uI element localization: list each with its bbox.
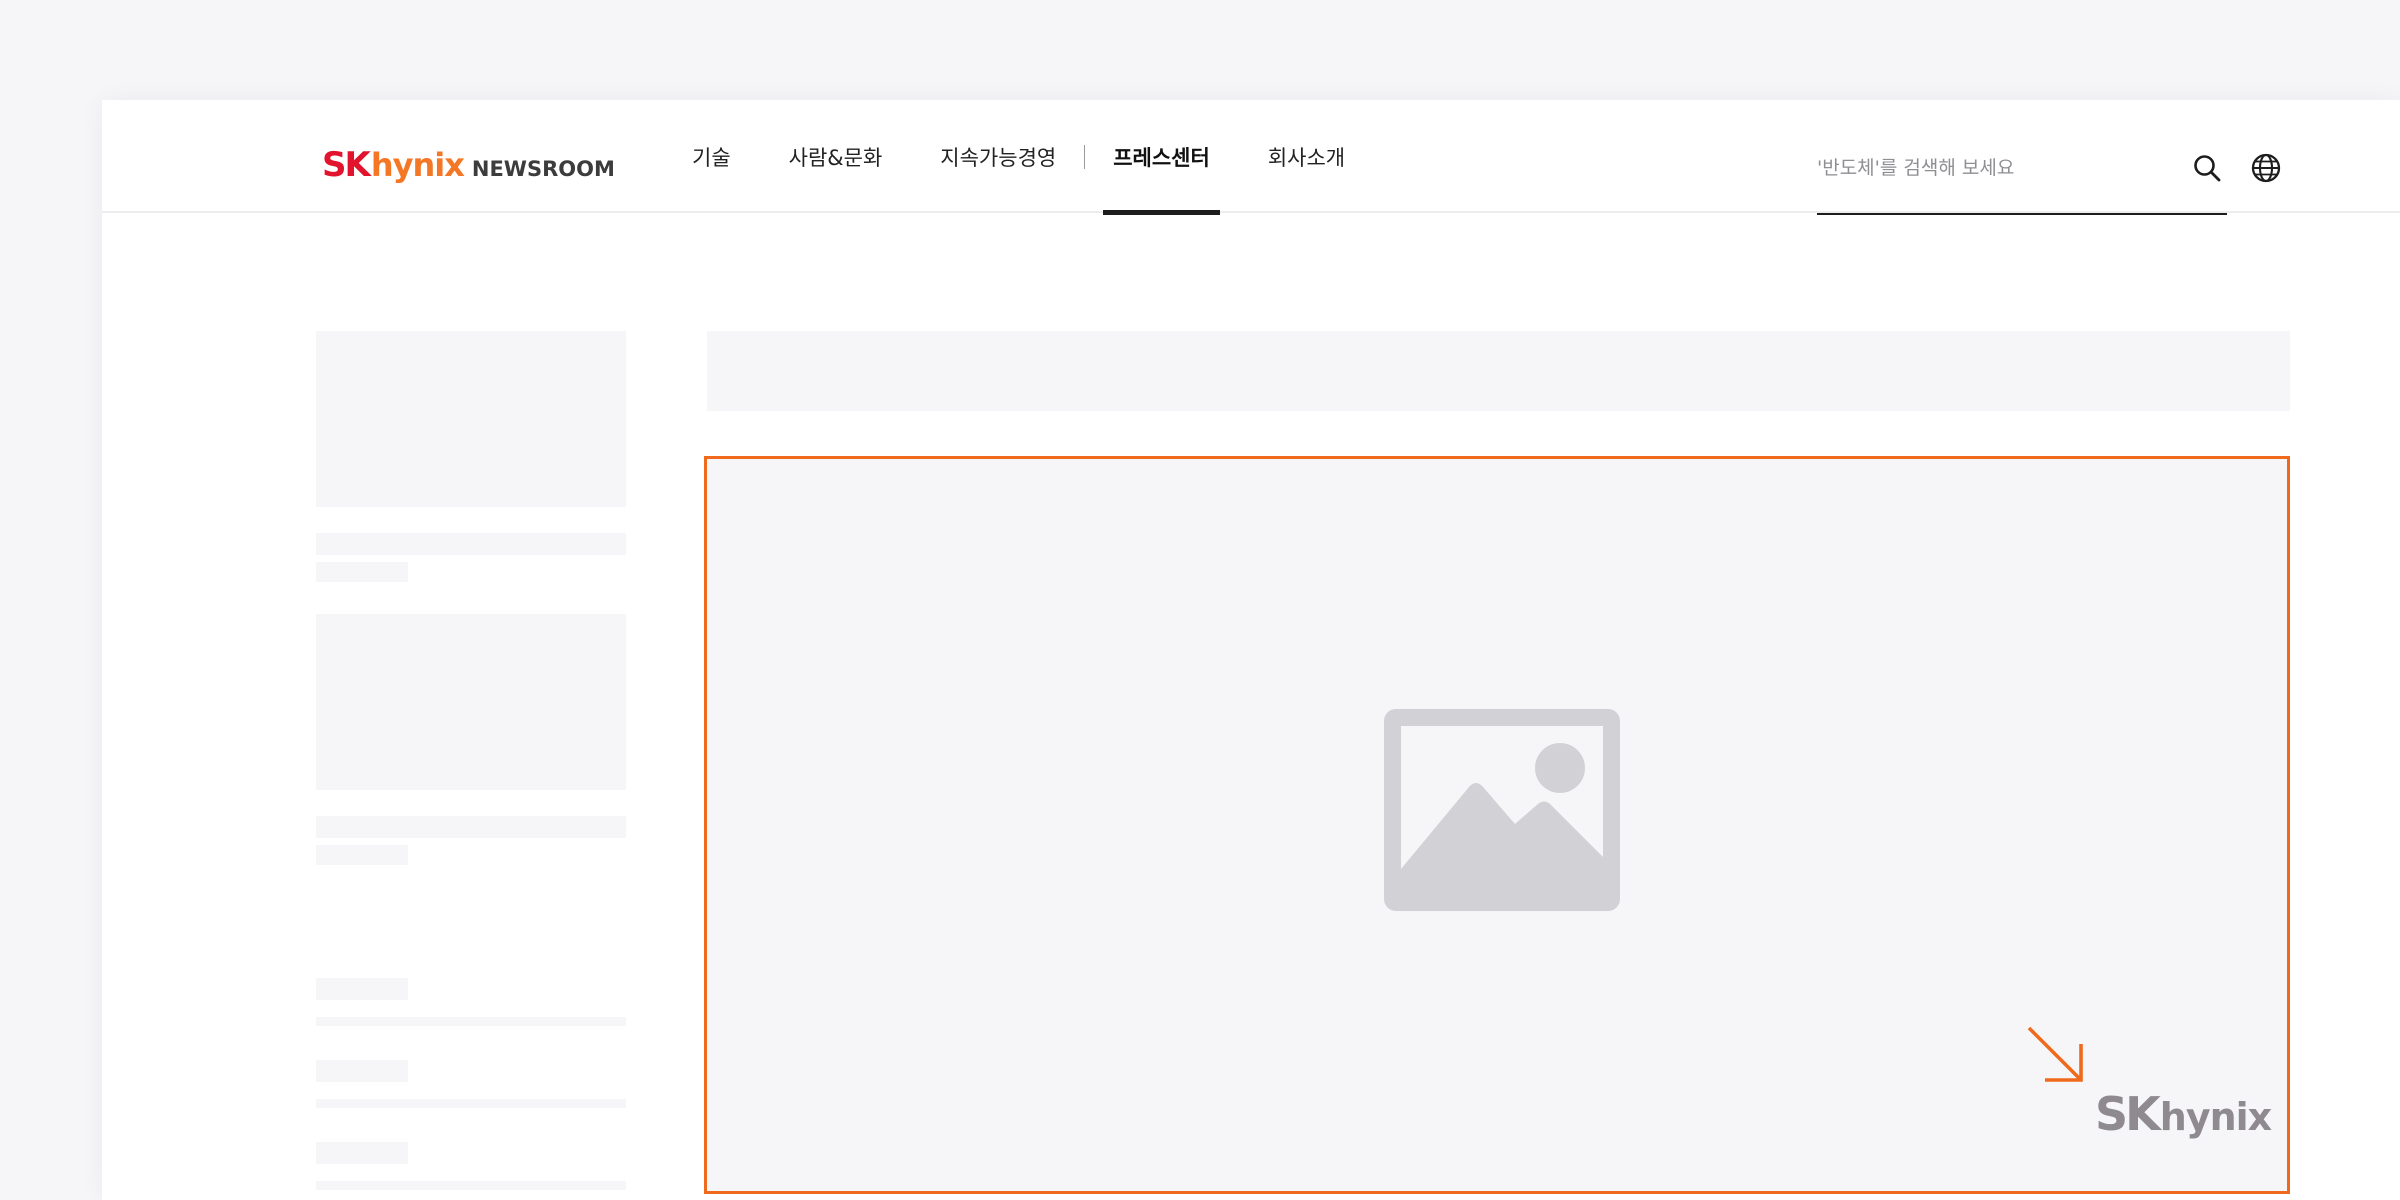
title-skeleton xyxy=(707,331,2290,411)
featured-image[interactable]: SK hynix xyxy=(704,456,2290,1194)
globe-icon xyxy=(2251,153,2281,183)
nav-item-technology[interactable]: 기술 xyxy=(682,100,741,213)
nav-item-people-culture[interactable]: 사람&문화 xyxy=(779,100,893,213)
logo-sk: SK xyxy=(322,145,371,185)
skeleton-line xyxy=(316,562,408,582)
main-nav: 기술 사람&문화 지속가능경영 프레스센터 회사소개 xyxy=(682,100,1355,215)
skeleton-line xyxy=(316,1099,626,1108)
skeleton-line xyxy=(316,978,408,1000)
site-logo[interactable]: SK hynix NEWSROOM xyxy=(322,145,615,185)
skeleton-thumbnail xyxy=(316,614,626,790)
logo-newsroom: NEWSROOM xyxy=(471,157,615,181)
skeleton-line xyxy=(316,1181,626,1190)
search-button[interactable] xyxy=(2189,150,2225,186)
search-input[interactable] xyxy=(1817,152,2227,184)
search-box xyxy=(1817,152,2227,215)
skeleton-thumbnail xyxy=(316,331,626,507)
language-button[interactable] xyxy=(2248,150,2284,186)
nav-item-press-center[interactable]: 프레스센터 xyxy=(1103,100,1220,215)
search-icon xyxy=(2194,155,2221,182)
watermark-sk: SK xyxy=(2095,1087,2161,1141)
watermark-hynix: hynix xyxy=(2159,1095,2272,1139)
site-header: SK hynix NEWSROOM 기술 사람&문화 지속가능경영 프레스센터 … xyxy=(102,100,2400,215)
skeleton-line xyxy=(316,1017,626,1026)
skeleton-line xyxy=(316,816,626,838)
nav-item-sustainability[interactable]: 지속가능경영 xyxy=(930,100,1066,213)
logo-hynix: hynix xyxy=(370,146,465,184)
arrow-down-right-icon xyxy=(2027,1026,2083,1082)
image-watermark-logo: SK hynix xyxy=(2095,1087,2272,1141)
nav-item-company[interactable]: 회사소개 xyxy=(1258,100,1355,213)
skeleton-line xyxy=(316,1142,408,1164)
image-placeholder-icon xyxy=(1384,709,1620,911)
page-container: SK hynix NEWSROOM 기술 사람&문화 지속가능경영 프레스센터 … xyxy=(102,100,2400,1200)
skeleton-line xyxy=(316,845,408,865)
skeleton-line xyxy=(316,533,626,555)
nav-divider xyxy=(1084,144,1086,169)
skeleton-line xyxy=(316,1060,408,1082)
